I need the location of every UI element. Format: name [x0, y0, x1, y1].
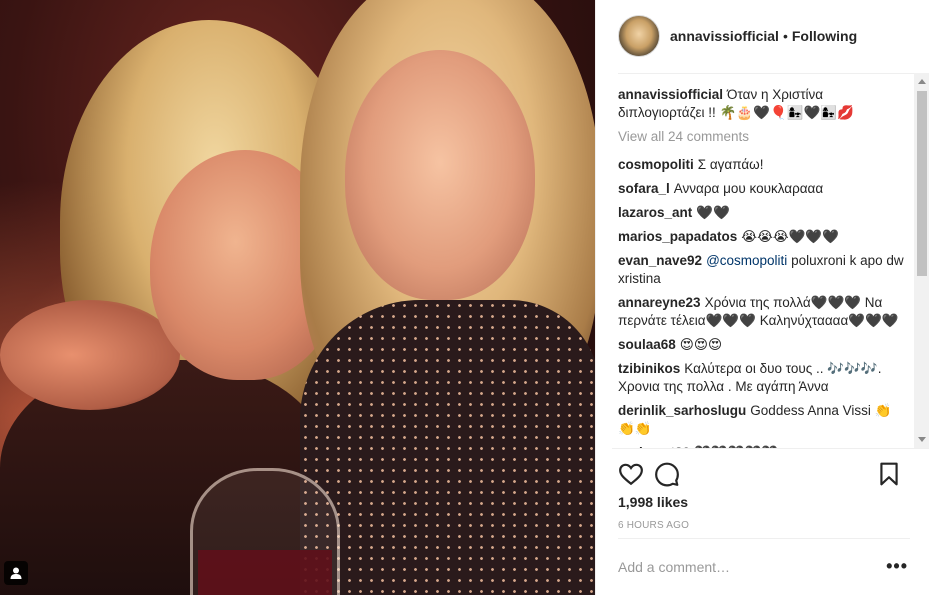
user-tag-button[interactable]	[4, 561, 28, 585]
comments-section[interactable]: annavissiofficial Όταν η Χριστίνα διπλογι…	[618, 73, 922, 448]
comment-item: marios_papadatos 😭😭😭🖤🖤🖤	[618, 228, 906, 246]
comment-username[interactable]: annareyne23	[618, 295, 701, 310]
comment-item: annareyne23 Χρόνια της πολλά🖤🖤🖤 Να περνάτ…	[618, 294, 906, 330]
post-actions-bar	[612, 448, 929, 498]
add-comment-input[interactable]	[618, 558, 858, 575]
scroll-up-arrow-icon[interactable]	[918, 79, 926, 84]
comment-username[interactable]: evan_nave92	[618, 253, 702, 268]
comment-item: sofara_l Ανναρα μου κουκλαρααα	[618, 180, 906, 198]
comment-username[interactable]: marios_papadatos	[618, 229, 737, 244]
header-separator: •	[782, 28, 788, 44]
heart-icon[interactable]	[618, 461, 644, 487]
author-username[interactable]: annavissiofficial	[670, 28, 779, 44]
header-text: annavissiofficial • Following	[670, 28, 857, 44]
photo-person-right-dress	[300, 300, 595, 595]
view-all-comments-link[interactable]: View all 24 comments	[618, 128, 906, 146]
photo-person-right-face	[345, 50, 535, 300]
person-icon	[10, 567, 22, 579]
caption-username[interactable]: annavissiofficial	[618, 87, 723, 102]
comment-text: Ανναρα μου κουκλαρααα	[673, 181, 824, 196]
comment-username[interactable]: soulaa68	[618, 337, 676, 352]
speech-bubble-icon[interactable]	[654, 461, 680, 487]
author-avatar[interactable]	[618, 15, 660, 57]
comment-mention[interactable]: @cosmopoliti	[706, 253, 787, 268]
photo-wine	[198, 550, 332, 595]
caption: annavissiofficial Όταν η Χριστίνα διπλογι…	[618, 86, 906, 122]
comments-scrollbar[interactable]	[914, 73, 929, 448]
scrollbar-thumb[interactable]	[917, 91, 927, 276]
comment-item: derinlik_sarhoslugu Goddess Anna Vissi 👏👏…	[618, 402, 906, 438]
photo-arm	[0, 300, 180, 410]
comment-username[interactable]: cosmopoliti	[618, 157, 694, 172]
comment-item: soulaa68 😍😍😍	[618, 336, 906, 354]
comment-username[interactable]: derinlik_sarhoslugu	[618, 403, 746, 418]
post-photo[interactable]	[0, 0, 595, 595]
post-timestamp[interactable]: 6 HOURS AGO	[618, 520, 689, 531]
add-comment-section: •••	[618, 538, 910, 594]
scroll-down-arrow-icon[interactable]	[918, 437, 926, 442]
post-header: annavissiofficial • Following	[596, 0, 929, 72]
likes-count[interactable]: 1,998 likes	[618, 494, 688, 510]
comment-text: 😍😍😍	[679, 337, 723, 352]
comment-item: lazaros_ant 🖤🖤	[618, 204, 906, 222]
comments-list: annavissiofficial Όταν η Χριστίνα διπλογι…	[618, 74, 922, 448]
comment-item: cosmopoliti Σ αγαπάω!	[618, 156, 906, 174]
comment-username[interactable]: tzibinikos	[618, 361, 680, 376]
comment-username[interactable]: sofara_l	[618, 181, 670, 196]
post-container: annavissiofficial • Following annavissioff…	[0, 0, 929, 595]
comment-text: Σ αγαπάω!	[697, 157, 764, 172]
comment-item: evan_nave92 @cosmopoliti poluxroni k apo …	[618, 252, 906, 288]
post-side-panel: annavissiofficial • Following annavissioff…	[595, 0, 929, 595]
comment-text: 🖤🖤	[696, 205, 730, 220]
following-button[interactable]: Following	[792, 28, 857, 44]
more-options-icon[interactable]: •••	[886, 556, 908, 577]
comment-username[interactable]: lazaros_ant	[618, 205, 692, 220]
comment-text: 😭😭😭🖤🖤🖤	[741, 229, 840, 244]
bookmark-icon[interactable]	[876, 461, 902, 487]
comment-item: tzibinikos Καλύτερα οι δυο τους .. 🎶🎶🎶. Χ…	[618, 360, 906, 396]
